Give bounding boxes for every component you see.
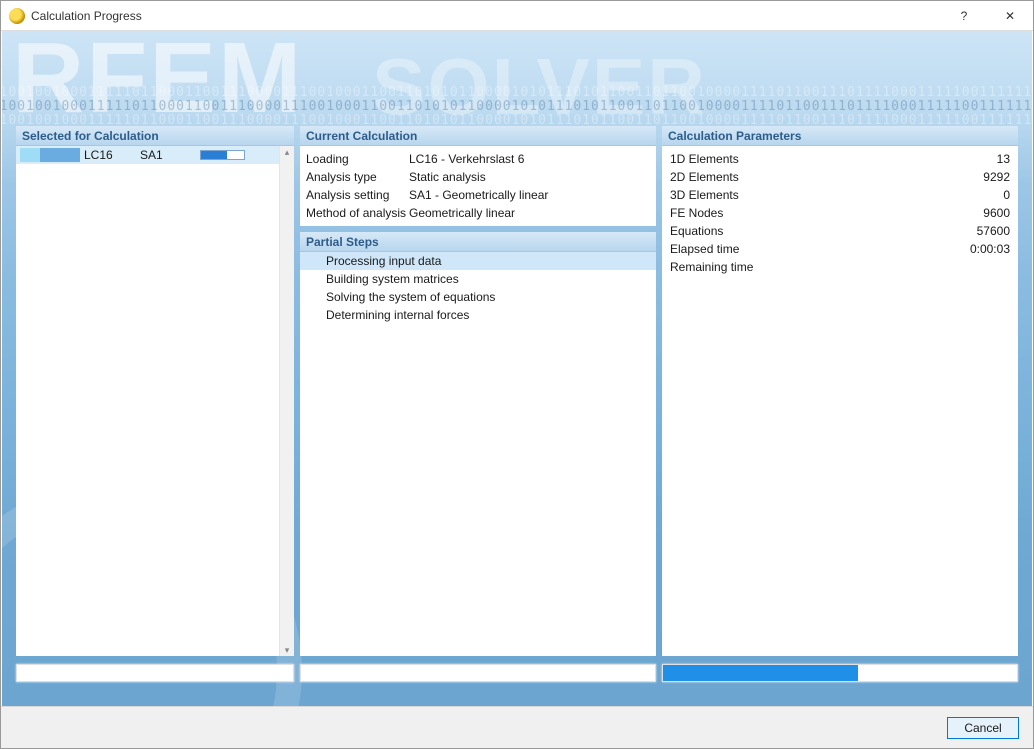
kv-key: Analysis type (306, 168, 409, 186)
kv-value: Geometrically linear (409, 204, 515, 222)
kv-value: Static analysis (409, 168, 486, 186)
param-row: Elapsed time0:00:03 (670, 240, 1010, 258)
app-icon (9, 8, 25, 24)
panel-body: LoadingLC16 - Verkehrslast 6Analysis typ… (300, 146, 656, 226)
param-key: 1D Elements (670, 150, 950, 168)
button-bar: Cancel (1, 706, 1033, 748)
progress-bar-right (662, 664, 1018, 682)
bg-binary: 1110010010001111101100011001110000111001… (2, 99, 1032, 114)
analysis-setting-label: SA1 (140, 148, 200, 162)
param-key: 3D Elements (670, 186, 950, 204)
color-swatch (20, 148, 40, 162)
param-key: 2D Elements (670, 168, 950, 186)
param-value: 9292 (950, 168, 1010, 186)
partial-step: Processing input data (300, 252, 656, 270)
panels: Selected for Calculation LC16 SA1 ▴ ▾ Cu… (16, 126, 1018, 656)
kv-key: Method of analysis (306, 204, 409, 222)
scrollbar[interactable]: ▴ ▾ (279, 146, 294, 656)
close-button[interactable]: ✕ (987, 1, 1033, 31)
load-case-label: LC16 (84, 148, 140, 162)
kv-key: Analysis setting (306, 186, 409, 204)
param-key: Elapsed time (670, 240, 950, 258)
param-value: 57600 (950, 222, 1010, 240)
panel-body: LC16 SA1 ▴ ▾ (16, 146, 294, 656)
param-row: 3D Elements0 (670, 186, 1010, 204)
partial-step: Building system matrices (300, 270, 656, 288)
panel-body: 1D Elements132D Elements92923D Elements0… (662, 146, 1018, 656)
param-value: 13 (950, 150, 1010, 168)
panel-header: Partial Steps (300, 232, 656, 252)
param-row: 2D Elements9292 (670, 168, 1010, 186)
param-key: Remaining time (670, 258, 950, 276)
kv-row: Method of analysisGeometrically linear (306, 204, 650, 222)
calculation-row[interactable]: LC16 SA1 (16, 146, 294, 164)
kv-value: LC16 - Verkehrslast 6 (409, 150, 524, 168)
partial-step: Solving the system of equations (300, 288, 656, 306)
scroll-up-icon[interactable]: ▴ (282, 147, 292, 157)
param-row: FE Nodes9600 (670, 204, 1010, 222)
kv-value: SA1 - Geometrically linear (409, 186, 548, 204)
kv-key: Loading (306, 150, 409, 168)
panel-header: Calculation Parameters (662, 126, 1018, 146)
panel-body: Processing input dataBuilding system mat… (300, 252, 656, 656)
cancel-button[interactable]: Cancel (947, 717, 1019, 739)
panel-header: Selected for Calculation (16, 126, 294, 146)
param-row: 1D Elements13 (670, 150, 1010, 168)
titlebar: Calculation Progress ? ✕ (1, 1, 1033, 31)
color-swatch (40, 148, 80, 162)
current-calculation-panel: Current Calculation LoadingLC16 - Verkeh… (300, 126, 656, 226)
window-title: Calculation Progress (31, 9, 941, 23)
help-button[interactable]: ? (941, 1, 987, 31)
bg-binary: 1110010010001111101100011001110000111001… (2, 85, 1032, 100)
param-key: Equations (670, 222, 950, 240)
calculation-parameters-panel: Calculation Parameters 1D Elements132D E… (662, 126, 1018, 656)
param-value (950, 258, 1010, 276)
progress-bar-left (16, 664, 294, 682)
param-row: Remaining time (670, 258, 1010, 276)
mini-progress (200, 150, 245, 160)
middle-column: Current Calculation LoadingLC16 - Verkeh… (300, 126, 656, 656)
progress-row (16, 664, 1018, 686)
partial-steps-panel: Partial Steps Processing input dataBuild… (300, 232, 656, 656)
partial-step: Determining internal forces (300, 306, 656, 324)
panel-header: Current Calculation (300, 126, 656, 146)
progress-bar-middle (300, 664, 656, 682)
kv-row: LoadingLC16 - Verkehrslast 6 (306, 150, 650, 168)
scroll-down-icon[interactable]: ▾ (282, 645, 292, 655)
kv-row: Analysis typeStatic analysis (306, 168, 650, 186)
selected-for-calculation-panel: Selected for Calculation LC16 SA1 ▴ ▾ (16, 126, 294, 656)
param-key: FE Nodes (670, 204, 950, 222)
param-row: Equations57600 (670, 222, 1010, 240)
param-value: 0 (950, 186, 1010, 204)
param-value: 9600 (950, 204, 1010, 222)
kv-row: Analysis settingSA1 - Geometrically line… (306, 186, 650, 204)
param-value: 0:00:03 (950, 240, 1010, 258)
